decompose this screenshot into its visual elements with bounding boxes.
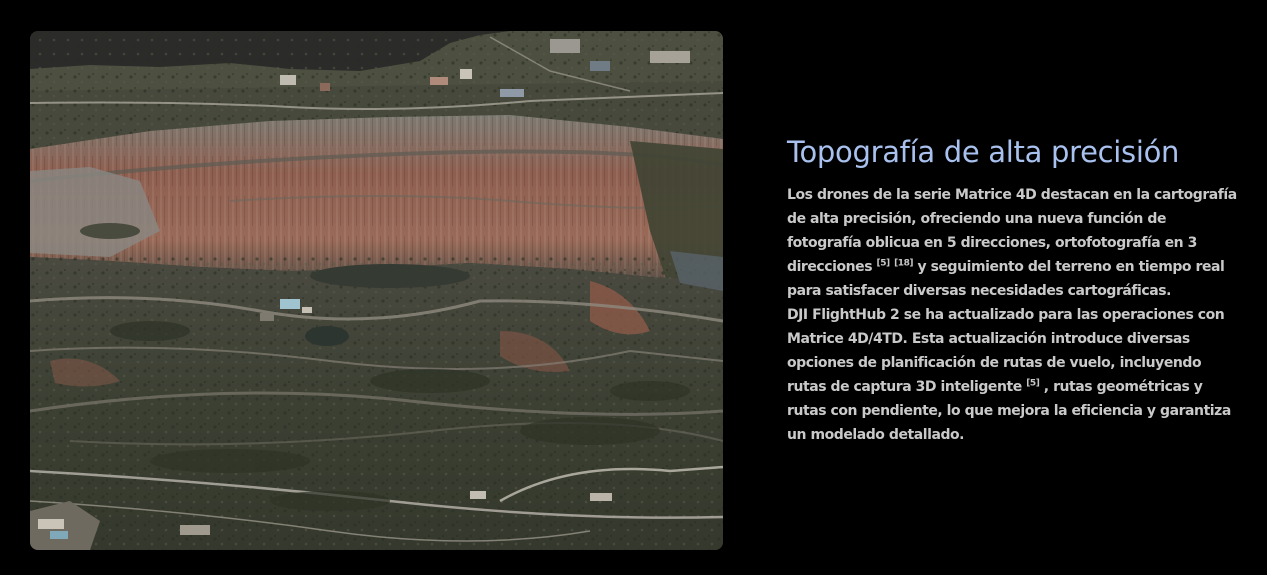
footnote-ref-5-second[interactable]: [5] [1026, 378, 1040, 388]
section-title: Topografía de alta precisión [787, 135, 1180, 169]
mine-topography-image [30, 31, 723, 550]
description-paragraph-1: Los drones de la serie Matrice 4D destac… [787, 183, 1237, 303]
footnote-ref-5[interactable]: [5] [877, 258, 891, 268]
mine-3d-model-graphic [30, 31, 723, 550]
footnote-ref-18[interactable]: [18] [894, 258, 913, 268]
description-paragraph-2: DJI FlightHub 2 se ha actualizado para l… [787, 303, 1237, 447]
feature-text-block: Topografía de alta precisión Los drones … [787, 133, 1237, 447]
section-description: Los drones de la serie Matrice 4D destac… [787, 183, 1237, 447]
